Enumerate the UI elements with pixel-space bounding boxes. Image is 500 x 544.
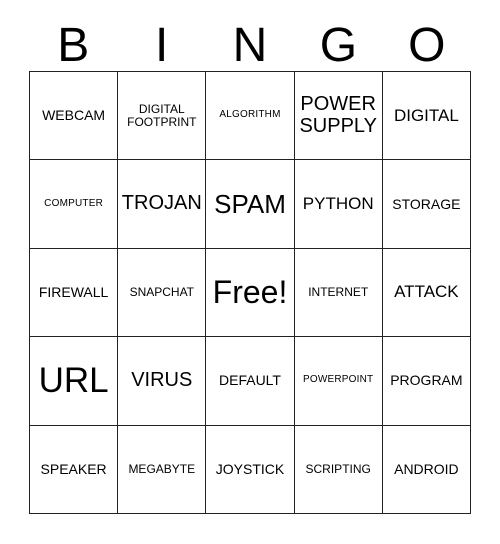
bingo-cell-label: INTERNET	[308, 285, 369, 300]
bingo-cell-label: VIRUS	[131, 369, 193, 392]
bingo-cell-label: PYTHON	[302, 193, 374, 213]
bingo-cell-label: TROJAN	[121, 192, 202, 215]
bingo-cell-label: Free!	[212, 274, 288, 311]
bingo-cell[interactable]: ATTACK	[382, 248, 471, 338]
bingo-cell[interactable]: ALGORITHM	[206, 72, 295, 161]
bingo-cell[interactable]: COMPUTER	[30, 160, 119, 249]
bingo-free-space[interactable]: Free!	[206, 248, 295, 338]
bingo-cell-label: DEFAULT	[219, 372, 281, 389]
bingo-cell-label: SPEAKER	[40, 460, 107, 477]
bingo-cell[interactable]: DIGITAL	[382, 72, 471, 161]
bingo-header-letter-i: I	[154, 19, 169, 72]
bingo-cell-label: DIGITAL	[393, 105, 459, 125]
bingo-cell[interactable]: PYTHON	[294, 160, 383, 249]
bingo-cell[interactable]: SPAM	[206, 160, 295, 249]
bingo-cell-label: WEBCAM	[42, 107, 106, 124]
bingo-header-letter-b: B	[57, 19, 90, 72]
bingo-header-letter-o: O	[408, 19, 446, 72]
bingo-cell[interactable]: VIRUS	[118, 337, 207, 426]
bingo-cell[interactable]: POWERPOINT	[294, 337, 383, 426]
bingo-cell[interactable]: URL	[30, 337, 119, 426]
bingo-cell-label: SCRIPTING	[305, 461, 371, 476]
bingo-cell-label: POWER SUPPLY	[299, 93, 377, 137]
bingo-cell[interactable]: PROGRAM	[382, 337, 471, 426]
bingo-cell[interactable]: TROJAN	[118, 160, 207, 249]
bingo-cell-label: PROGRAM	[390, 372, 463, 389]
bingo-cell-label: JOYSTICK	[215, 460, 285, 477]
bingo-cell[interactable]: FIREWALL	[30, 248, 119, 338]
bingo-header-letter-n: N	[232, 19, 268, 72]
bingo-cell-label: ALGORITHM	[219, 109, 281, 121]
bingo-cell[interactable]: SCRIPTING	[294, 425, 383, 514]
bingo-cell-label: POWERPOINT	[303, 374, 374, 386]
bingo-cell-label: SPAM	[214, 189, 286, 220]
bingo-cell[interactable]: ANDROID	[382, 425, 471, 514]
bingo-header-letter-g: G	[319, 19, 358, 72]
bingo-cell[interactable]: DIGITAL FOOTPRINT	[118, 72, 207, 161]
bingo-cell[interactable]: MEGABYTE	[118, 425, 207, 514]
bingo-cell-label: ANDROID	[394, 460, 459, 477]
bingo-card: B I NGO WEBCAM DIGITAL FOOTPRINT ALGORITHM PO…	[0, 0, 500, 544]
bingo-cell[interactable]: STORAGE	[382, 160, 471, 249]
bingo-cell-label: STORAGE	[392, 195, 461, 212]
bingo-cell[interactable]: SNAPCHAT	[118, 248, 207, 338]
bingo-cell-label: DIGITAL FOOTPRINT	[127, 101, 197, 129]
bingo-cell[interactable]: DEFAULT	[206, 337, 295, 426]
bingo-cell[interactable]: WEBCAM	[30, 72, 119, 161]
bingo-cell[interactable]: SPEAKER	[30, 425, 119, 514]
bingo-cell-label: MEGABYTE	[128, 461, 196, 476]
bingo-cell-label: COMPUTER	[44, 197, 103, 209]
bingo-grid: WEBCAM DIGITAL FOOTPRINT ALGORITHM POWER SU…	[29, 71, 471, 514]
bingo-cell[interactable]: POWER SUPPLY	[294, 72, 383, 161]
bingo-header: B I NGO	[29, 14, 471, 71]
bingo-cell[interactable]: JOYSTICK	[206, 425, 295, 514]
bingo-cell[interactable]: INTERNET	[294, 248, 383, 338]
bingo-cell-label: URL	[38, 360, 109, 400]
bingo-cell-label: ATTACK	[394, 282, 459, 302]
bingo-cell-label: FIREWALL	[38, 283, 109, 300]
bingo-cell-label: SNAPCHAT	[129, 285, 195, 300]
